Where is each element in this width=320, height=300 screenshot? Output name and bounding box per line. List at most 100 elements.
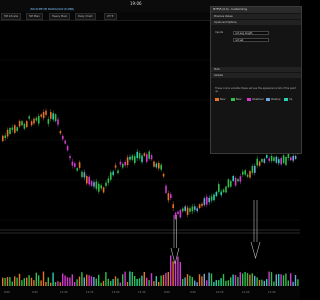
swatch-bear-green[interactable]	[231, 98, 235, 101]
volume-bar	[282, 275, 285, 286]
volume-bar	[102, 280, 105, 286]
volume-bar	[210, 273, 213, 286]
candle-body	[23, 123, 26, 129]
volume-bar	[105, 272, 107, 286]
volume-bar	[201, 276, 203, 286]
time-label: 11:45	[60, 291, 68, 294]
candle-body	[76, 168, 78, 171]
volume-bar	[107, 278, 109, 286]
candle-body	[155, 163, 158, 168]
volume-bar	[270, 272, 273, 286]
candle-body	[62, 135, 64, 140]
volume-bar	[35, 272, 37, 286]
candle-body	[270, 155, 273, 161]
volume-bar	[98, 274, 100, 286]
volume-bar	[206, 280, 208, 286]
candle-body	[100, 185, 102, 189]
volume-bar	[76, 279, 78, 286]
volume-bar	[119, 282, 121, 286]
volume-bar	[230, 277, 232, 286]
volume-bar	[50, 282, 52, 286]
volume-bar	[28, 275, 30, 286]
volume-bar	[66, 277, 69, 286]
volume-bar	[33, 280, 35, 286]
volume-bar	[148, 280, 150, 286]
volume-bar	[117, 278, 119, 286]
volume-bar	[246, 273, 249, 286]
time-label: 10:25	[216, 291, 224, 294]
volume-bar	[52, 272, 54, 286]
tab-daily-chart[interactable]: Daily Chart	[75, 13, 96, 20]
time-label: 9:45	[32, 291, 38, 294]
candle-body	[38, 115, 40, 124]
swatch-up[interactable]	[284, 98, 288, 101]
swatch-weakbear[interactable]	[247, 98, 251, 101]
candle-body	[45, 110, 47, 115]
volume-bar	[196, 282, 198, 286]
volume-bar	[45, 281, 47, 286]
section-globals[interactable]: Globals	[211, 73, 301, 78]
time-axis	[0, 288, 300, 300]
candle-body	[4, 135, 6, 138]
candle-body	[2, 135, 4, 142]
input-field-1[interactable]: not avg length	[233, 31, 269, 35]
swatch-label: Bear	[220, 98, 226, 101]
candle-body	[88, 176, 90, 185]
candle-body	[69, 156, 71, 159]
volume-bar	[11, 281, 13, 286]
candle-body	[110, 172, 112, 180]
candle-body	[292, 155, 294, 161]
candle-body	[64, 140, 66, 144]
candle-body	[66, 145, 69, 151]
customizing-dialog[interactable]: MTFS5 (6.0) - Customizing Previous Value…	[210, 6, 302, 154]
tab-5m-main[interactable]: 5M Main	[26, 13, 43, 20]
volume-bar	[186, 274, 189, 286]
section-previous-values[interactable]: Previous Values	[211, 14, 301, 19]
candle-body	[261, 158, 263, 162]
volume-bar	[290, 273, 292, 286]
volume-bar	[155, 276, 157, 286]
volume-bar	[134, 275, 136, 286]
candle-body	[40, 114, 42, 117]
candle-body	[134, 156, 136, 163]
candle-body	[18, 121, 21, 127]
volume-bar	[100, 282, 102, 286]
volume-bar	[225, 280, 227, 286]
candle-body	[129, 156, 131, 160]
section-plots[interactable]: Plots	[211, 67, 301, 72]
candle-body	[14, 125, 16, 133]
candle-body	[179, 209, 182, 218]
volume-bar	[273, 281, 275, 286]
candle-body	[148, 151, 150, 159]
volume-bar	[59, 282, 61, 286]
candle-body	[170, 194, 172, 199]
volume-bar	[86, 274, 88, 286]
volume-bar	[256, 277, 258, 286]
volume-bar	[153, 281, 155, 286]
candle-body	[141, 155, 143, 163]
candle-body	[131, 155, 134, 160]
volume-bar	[129, 271, 131, 286]
candle-body	[203, 198, 206, 205]
candle-body	[162, 173, 165, 177]
section-inputs-options[interactable]: Inputs and Options	[211, 20, 301, 25]
input-field-2[interactable]: not set	[233, 38, 269, 42]
candle-body	[9, 127, 11, 134]
swatch-bear-orange[interactable]	[215, 98, 219, 101]
candle-body	[234, 177, 237, 186]
candle-body	[21, 121, 23, 126]
swatch-weakup[interactable]	[266, 98, 270, 101]
volume-bar	[126, 281, 129, 286]
candle-body	[244, 170, 246, 175]
candle-body	[182, 208, 184, 212]
tab-heavy-main[interactable]: Heavy Main	[49, 13, 71, 20]
volume-bar	[220, 278, 222, 286]
candle-body	[52, 113, 54, 120]
candle-body	[165, 185, 167, 193]
tab-5m-intrade[interactable]: 5M Intrade	[1, 13, 22, 20]
volume-bar	[263, 280, 265, 286]
tab-2h-tr[interactable]: 2H Tr	[104, 13, 117, 20]
volume-bar	[160, 275, 162, 286]
time-label: 13:45	[138, 291, 146, 294]
volume-bar	[90, 276, 93, 286]
